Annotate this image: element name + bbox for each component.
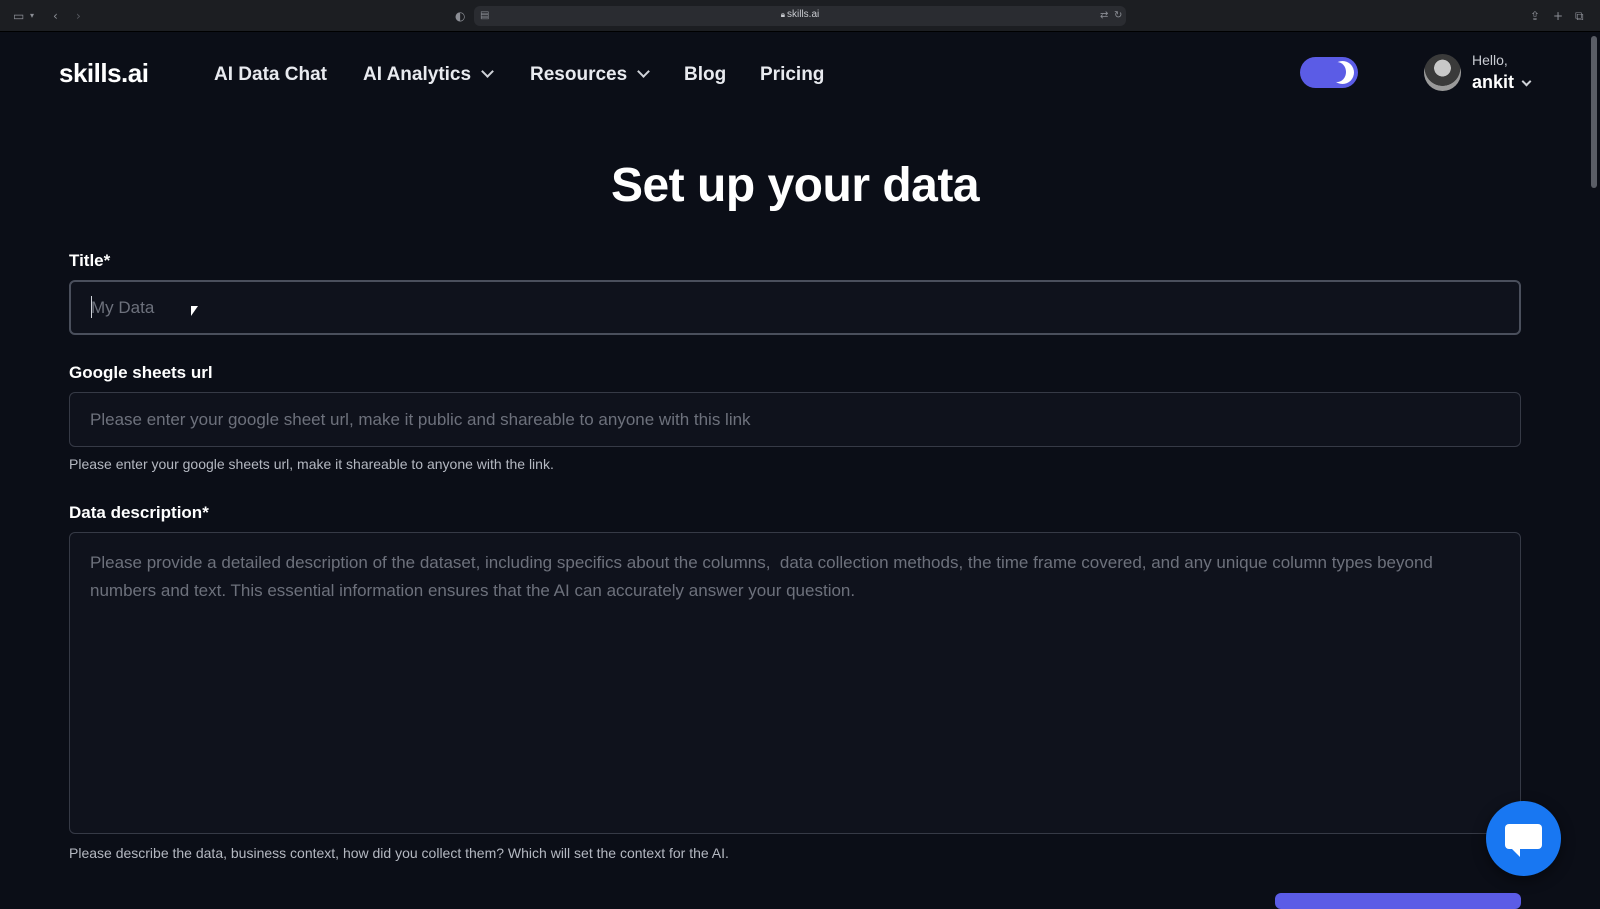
forward-icon[interactable]: › [76,8,81,24]
nav-link-label: Pricing [760,64,825,85]
chevron-down-icon [637,65,651,78]
translate-icon[interactable]: ⇄ [1100,8,1108,24]
nav-link-pricing[interactable]: Pricing [760,64,824,86]
user-name[interactable]: ankit [1472,72,1514,93]
chat-bubble-icon [1505,824,1542,857]
description-label: Data description* [69,503,209,522]
chevron-down-icon[interactable]: ▾ [30,8,34,24]
user-greeting: Hello, [1472,52,1508,68]
sheets-url-label: Google sheets url [69,363,213,382]
description-helper: Please describe the data, business conte… [69,845,729,861]
logo[interactable]: skills.ai [59,58,149,89]
page-title: Set up your data [610,159,980,212]
lock-icon: 🔒︎ [780,10,786,19]
title-label: Title* [69,251,111,270]
plus-icon[interactable]: + [1553,8,1563,24]
scrollbar[interactable] [1588,32,1600,900]
text-caret [91,296,92,318]
nav-link-label: AI Analytics [363,64,472,85]
title-input[interactable] [69,280,1521,335]
avatar[interactable] [1424,54,1461,91]
site-navbar: skills.ai AI Data Chat AI Analytics Reso… [0,32,1600,120]
nav-link-ai-data-chat[interactable]: AI Data Chat [214,64,327,86]
moon-icon [1328,61,1354,84]
browser-toolbar: ▭ ▾ ‹ › ◐ ▤ 🔒︎ skills.ai ⇄ ↻ ⇪ + ⧉ [0,0,1600,32]
scrollbar-thumb[interactable] [1591,36,1597,188]
nav-link-label: AI Data Chat [214,64,327,85]
nav-link-blog[interactable]: Blog [684,64,726,86]
description-textarea[interactable] [69,532,1521,834]
share-icon[interactable]: ⇪ [1530,8,1540,24]
tab-overview-icon[interactable]: ⧉ [1575,8,1584,24]
chat-widget-button[interactable] [1486,801,1561,876]
chevron-down-icon[interactable] [1521,76,1532,87]
shield-icon[interactable]: ◐ [455,8,465,24]
theme-toggle[interactable] [1300,57,1358,88]
mouse-pointer-icon [191,306,198,316]
sheets-url-input[interactable] [69,392,1521,447]
back-icon[interactable]: ‹ [53,8,58,24]
sheets-url-helper: Please enter your google sheets url, mak… [69,456,554,472]
url-text: skills.ai [787,9,820,20]
sidebar-toggle-icon[interactable]: ▭ [13,8,24,24]
submit-button[interactable] [1275,893,1521,909]
reload-icon[interactable]: ↻ [1114,8,1122,24]
nav-link-label: Blog [684,64,727,85]
nav-link-label: Resources [530,64,628,85]
nav-link-resources[interactable]: Resources [530,64,651,86]
address-bar[interactable]: ▤ 🔒︎ skills.ai ⇄ ↻ [474,6,1126,26]
nav-link-ai-analytics[interactable]: AI Analytics [363,64,494,86]
chevron-down-icon [481,65,494,78]
